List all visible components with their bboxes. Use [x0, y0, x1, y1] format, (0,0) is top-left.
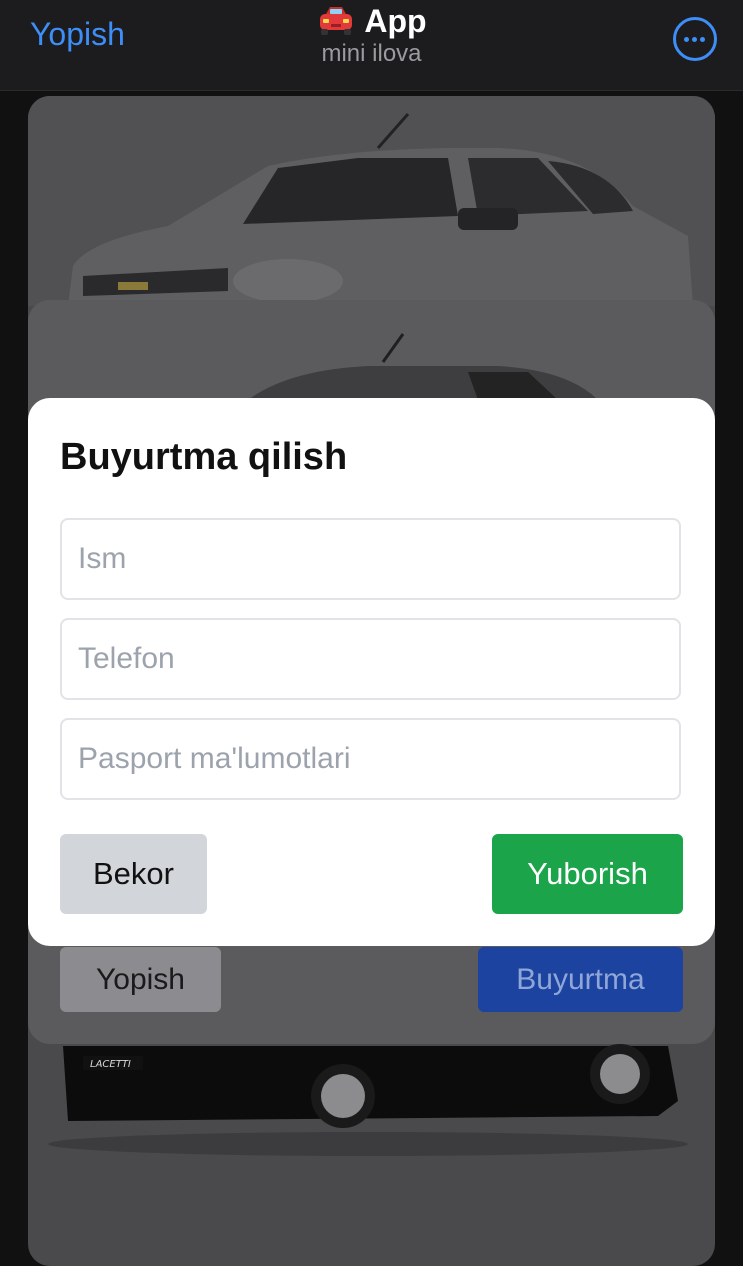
background-order-button[interactable]: Buyurtma	[478, 947, 683, 1012]
car-icon	[320, 7, 353, 35]
title-block: App mini ilova	[0, 2, 743, 68]
lacetti-badge: LACETTI	[90, 1059, 131, 1070]
name-input[interactable]	[60, 518, 681, 600]
dot	[684, 37, 689, 42]
cancel-button[interactable]: Bekor	[60, 834, 207, 914]
app-title: App	[0, 2, 743, 40]
app-subtitle: mini ilova	[321, 40, 422, 67]
dot	[700, 37, 705, 42]
more-options-icon[interactable]	[673, 17, 717, 61]
submit-button[interactable]: Yuborish	[492, 834, 683, 914]
modal-title: Buyurtma qilish	[60, 436, 348, 478]
phone-input[interactable]	[60, 618, 681, 700]
car-image-lower: LACETTI	[28, 1026, 715, 1186]
background-close-button[interactable]: Yopish	[60, 947, 221, 1012]
car-image	[28, 96, 715, 306]
app-title-text: App	[364, 3, 427, 39]
passport-input[interactable]	[60, 718, 681, 800]
dot	[692, 37, 697, 42]
car-image-sheet	[28, 300, 715, 400]
top-bar: Yopish App mini ilova	[0, 0, 743, 91]
order-modal: Buyurtma qilish Bekor Yuborish	[28, 398, 715, 946]
